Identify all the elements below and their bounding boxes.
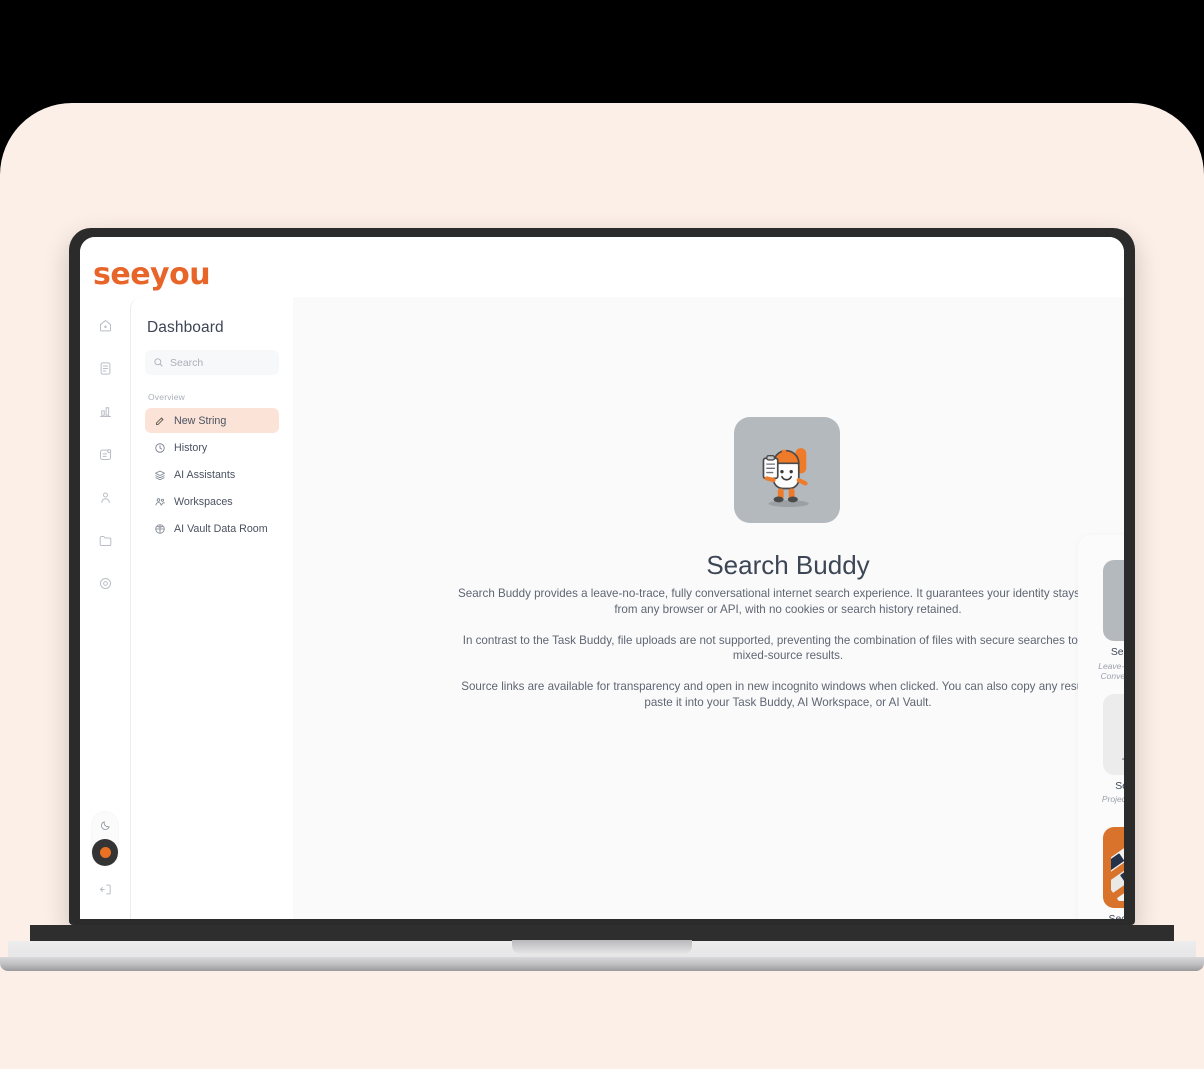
sidebar-item-label: AI Assistants [174, 468, 236, 481]
assistant-name: Search Buddy [1110, 647, 1124, 658]
theme-toggle-dot [99, 847, 111, 858]
sidebar: Dashboard Search Overview New String His… [130, 297, 293, 919]
sidebar-item-history[interactable]: History [145, 435, 279, 460]
assistants-panel: Search Buddy Leave-no-Trace Internet Con… [1078, 535, 1124, 919]
main-paragraph: Source links are available for transpare… [461, 680, 1115, 709]
layers-icon [153, 468, 166, 481]
assistant-card-search-buddy[interactable]: Search Buddy Leave-no-Trace Internet Con… [1098, 560, 1124, 682]
assistant-card-secure-groups[interactable]: Secure Groups Group AI Workspaces [1098, 827, 1124, 919]
search-buddy-mascot-icon [734, 417, 840, 523]
note-icon[interactable] [90, 439, 120, 469]
main-paragraph: Search Buddy provides a leave-no-trace, … [458, 587, 1118, 616]
main-title: Search Buddy [706, 550, 870, 580]
screenshot-stage: seeyou Dashboard Search Overview New Str… [0, 0, 1204, 1069]
theme-toggle-active[interactable] [92, 839, 118, 866]
laptop-base-lip [0, 957, 1204, 971]
assistant-card-secure-solo[interactable]: Secure Solo Project AI Wonspaces [1098, 693, 1124, 816]
logout-icon[interactable] [98, 882, 113, 897]
sidebar-item-label: Workspaces [174, 495, 233, 508]
secure-solo-thumb-icon [1103, 693, 1124, 775]
moon-icon[interactable] [92, 812, 118, 839]
folder-icon[interactable] [90, 525, 120, 555]
sidebar-item-label: New String [174, 414, 227, 427]
laptop-screen: seeyou Dashboard Search Overview New Str… [80, 237, 1124, 919]
assistant-name: Secure Groups [1109, 914, 1124, 919]
theme-toggle[interactable] [92, 812, 118, 866]
sidebar-item-new-string[interactable]: New String [145, 408, 279, 433]
sidebar-item-ai-assistants[interactable]: AI Assistants [145, 462, 279, 487]
app-window: seeyou Dashboard Search Overview New Str… [80, 237, 1124, 919]
sidebar-search-input[interactable]: Search [145, 350, 279, 375]
sidebar-search-placeholder: Search [170, 356, 204, 369]
laptop-base-top [30, 925, 1174, 941]
laptop-base-notch [512, 940, 692, 955]
assistants-grid: Search Buddy Leave-no-Trace Internet Con… [1098, 560, 1124, 919]
main-content: Search Buddy Search Buddy provides a lea… [293, 297, 1124, 919]
assistant-name: Secure Solo [1115, 780, 1124, 792]
bar-chart-icon[interactable] [90, 396, 120, 426]
main-paragraph: In contrast to the Task Buddy, file uplo… [462, 633, 1114, 663]
user-icon[interactable] [90, 482, 120, 512]
globe-icon [153, 522, 166, 535]
sidebar-item-label: History [174, 441, 208, 454]
assistant-desc: Project AI Wonspaces [1101, 794, 1124, 804]
users-group-icon [153, 495, 166, 508]
main-description: Search Buddy provides a leave-no-trace, … [458, 586, 1118, 726]
search-icon [153, 357, 164, 368]
settings-gear-icon[interactable] [90, 568, 120, 598]
sidebar-item-label: AI Vault Data Room [174, 522, 268, 535]
edit-square-icon [153, 414, 166, 427]
sidebar-item-ai-vault-data-room[interactable]: AI Vault Data Room [145, 516, 279, 541]
sidebar-item-workspaces[interactable]: Workspaces [145, 489, 279, 514]
secure-groups-thumb-icon [1103, 827, 1124, 908]
home-icon[interactable] [90, 310, 120, 340]
brand-logo[interactable]: seeyou [93, 257, 211, 292]
laptop-mockup: seeyou Dashboard Search Overview New Str… [0, 0, 1204, 1069]
document-icon[interactable] [90, 353, 120, 383]
assistant-desc: Leave-no-Trace Internet Conversational S… [1098, 660, 1124, 682]
clock-icon [153, 441, 166, 454]
page-title: Dashboard [147, 319, 224, 336]
sidebar-section-label: Overview [148, 392, 186, 402]
icon-rail [80, 297, 130, 919]
search-buddy-thumb-icon [1103, 560, 1124, 641]
